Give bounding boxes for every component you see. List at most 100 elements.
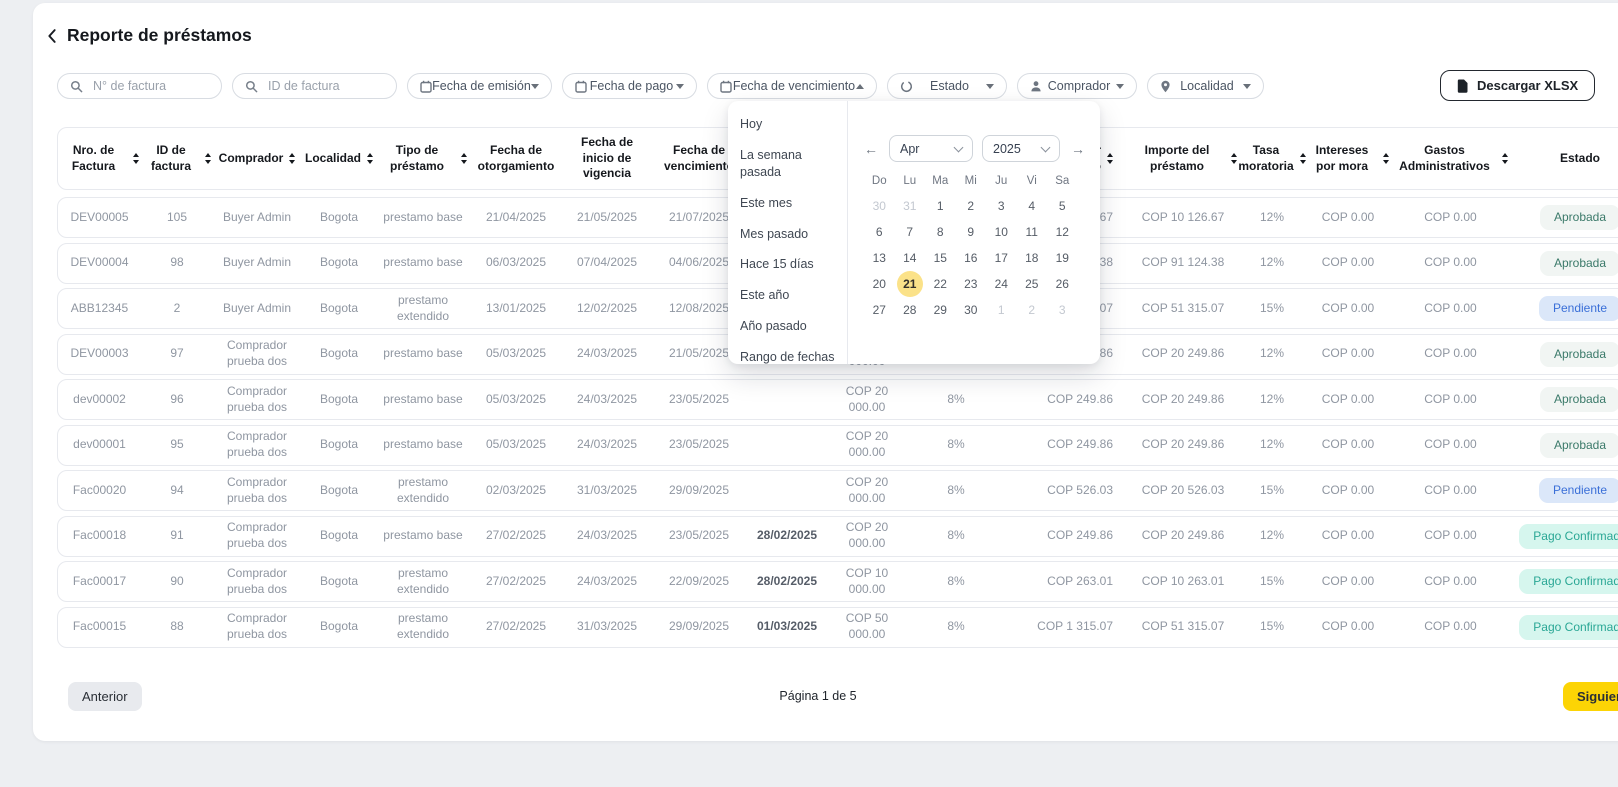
column-header[interactable]: Importe del préstamo — [1127, 128, 1239, 189]
calendar-day[interactable]: 12 — [1047, 219, 1078, 245]
calendar-day[interactable]: 22 — [925, 271, 956, 297]
calendar-day[interactable]: 30 — [956, 297, 987, 323]
comprador-filter[interactable]: Comprador — [1017, 73, 1137, 99]
localidad-filter[interactable]: Localidad — [1147, 73, 1264, 99]
calendar-day[interactable]: 24 — [986, 271, 1017, 297]
calendar-day[interactable]: 26 — [1047, 271, 1078, 297]
table-cell: 12% — [1239, 517, 1305, 556]
table-cell: Bogota — [301, 380, 377, 419]
sort-icon[interactable] — [133, 153, 139, 164]
calendar-day[interactable]: 2 — [956, 193, 987, 219]
column-header[interactable]: Intereses por mora — [1305, 128, 1391, 189]
back-icon[interactable] — [45, 28, 59, 44]
sort-icon[interactable] — [289, 153, 295, 164]
emission-date-filter[interactable]: Fecha de emisión — [407, 73, 552, 99]
date-preset-option[interactable]: Este año — [728, 280, 847, 311]
calendar-day[interactable]: 3 — [986, 193, 1017, 219]
calendar-day[interactable]: 1 — [925, 193, 956, 219]
calendar-day[interactable]: 23 — [956, 271, 987, 297]
invoice-id-input[interactable] — [266, 78, 384, 94]
calendar-day[interactable]: 9 — [956, 219, 987, 245]
calendar-day[interactable]: 7 — [895, 219, 926, 245]
table-cell: prestamo base — [377, 198, 469, 237]
calendar-day[interactable]: 3 — [1047, 297, 1078, 323]
date-preset-option[interactable]: Mes pasado — [728, 219, 847, 250]
due-date-filter[interactable]: Fecha de vencimiento — [707, 73, 877, 99]
date-preset-option[interactable]: Este mes — [728, 188, 847, 219]
estado-filter[interactable]: Estado — [887, 73, 1007, 99]
column-header[interactable]: Tasa moratoria — [1239, 128, 1305, 189]
calendar-prev-month-arrow[interactable]: ← — [862, 141, 880, 157]
year-select[interactable]: 2025 — [982, 135, 1060, 162]
table-cell: 22/09/2025 — [651, 562, 747, 601]
table-cell: Buyer Admin — [213, 244, 301, 283]
chevron-down-icon — [1116, 84, 1124, 89]
calendar-day[interactable]: 15 — [925, 245, 956, 271]
calendar-day[interactable]: 2 — [1017, 297, 1048, 323]
calendar-day[interactable]: 14 — [895, 245, 926, 271]
calendar-day[interactable]: 1 — [986, 297, 1017, 323]
sort-icon[interactable] — [367, 153, 373, 164]
table-cell: 06/03/2025 — [469, 244, 563, 283]
date-preset-option[interactable]: La semana pasada — [728, 140, 847, 188]
calendar-day[interactable]: 5 — [1047, 193, 1078, 219]
calendar-day[interactable]: 19 — [1047, 245, 1078, 271]
column-header[interactable]: ID de factura — [141, 128, 213, 189]
calendar-day[interactable]: 29 — [925, 297, 956, 323]
sort-icon[interactable] — [1231, 153, 1237, 164]
month-select[interactable]: Apr — [889, 135, 973, 162]
column-header[interactable]: Tipo de préstamo — [377, 128, 469, 189]
date-preset-option[interactable]: Hace 15 días — [728, 249, 847, 280]
table-cell: Bogota — [301, 244, 377, 283]
calendar-day[interactable]: 30 — [864, 193, 895, 219]
calendar-day[interactable]: 25 — [1017, 271, 1048, 297]
filter-label: Estado — [913, 79, 986, 93]
sort-icon[interactable] — [205, 153, 211, 164]
calendar-day[interactable]: 4 — [1017, 193, 1048, 219]
table-row: dev0000195Comprador prueba dosBogotapres… — [57, 425, 1618, 466]
calendar-next-month-arrow[interactable]: → — [1069, 141, 1087, 157]
date-preset-option[interactable]: Rango de fechas — [728, 342, 847, 373]
column-header[interactable]: Localidad — [301, 128, 377, 189]
table-cell: COP 0.00 — [1305, 562, 1391, 601]
table-cell: COP 526.03 — [1005, 471, 1127, 510]
invoice-number-input[interactable] — [91, 78, 209, 94]
date-preset-option[interactable]: Hoy — [728, 109, 847, 140]
chevron-down-icon — [531, 84, 539, 89]
calendar-day[interactable]: 28 — [895, 297, 926, 323]
date-preset-menu: HoyLa semana pasadaEste mesMes pasadoHac… — [728, 101, 848, 364]
page-header: Reporte de préstamos — [45, 25, 252, 46]
calendar-day-selected[interactable]: 21 — [895, 271, 926, 297]
payment-date-filter[interactable]: Fecha de pago — [562, 73, 697, 99]
calendar-day[interactable]: 6 — [864, 219, 895, 245]
calendar-day[interactable]: 18 — [1017, 245, 1048, 271]
table-cell: dev00001 — [58, 426, 141, 465]
calendar-day[interactable]: 16 — [956, 245, 987, 271]
person-icon — [1030, 80, 1042, 93]
calendar-day[interactable]: 20 — [864, 271, 895, 297]
calendar-day[interactable]: 11 — [1017, 219, 1048, 245]
calendar-day[interactable]: 10 — [986, 219, 1017, 245]
column-header[interactable]: Nro. de Factura — [58, 128, 141, 189]
sort-icon[interactable] — [1107, 153, 1113, 164]
table-cell: DEV00005 — [58, 198, 141, 237]
sort-icon[interactable] — [1383, 153, 1389, 164]
table-cell: Fac00018 — [58, 517, 141, 556]
column-header[interactable]: Comprador — [213, 128, 301, 189]
table-cell: Pago Confirmado — [1510, 562, 1618, 601]
table-cell: Bogota — [301, 198, 377, 237]
calendar-day[interactable]: 17 — [986, 245, 1017, 271]
table-cell: Bogota — [301, 335, 377, 374]
sort-icon[interactable] — [1502, 153, 1508, 164]
calendar-day[interactable]: 27 — [864, 297, 895, 323]
calendar-day[interactable]: 8 — [925, 219, 956, 245]
calendar-day[interactable]: 31 — [895, 193, 926, 219]
calendar-day[interactable]: 13 — [864, 245, 895, 271]
table-cell: 23/05/2025 — [651, 517, 747, 556]
download-xlsx-button[interactable]: Descargar XLSX — [1440, 70, 1595, 101]
next-page-button[interactable]: Siguiente — [1563, 682, 1618, 711]
date-preset-option[interactable]: Año pasado — [728, 311, 847, 342]
sort-icon[interactable] — [461, 153, 467, 164]
table-cell: 12/02/2025 — [563, 289, 651, 328]
column-header[interactable]: Gastos Administrativos — [1391, 128, 1510, 189]
